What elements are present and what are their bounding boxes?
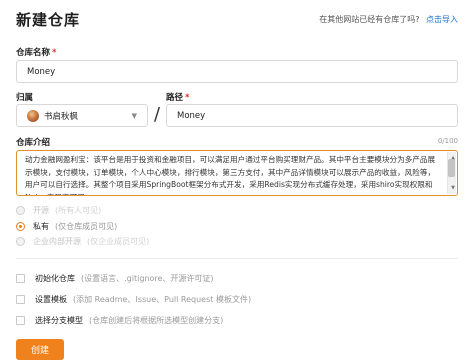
radio-public[interactable] [16, 206, 25, 215]
repo-name-input[interactable]: Money [16, 60, 458, 83]
option-init-repo-label: 初始化仓库 [35, 274, 75, 283]
visibility-public[interactable]: 开源 (所有人可见) [16, 205, 101, 216]
scrollbar-thumb[interactable] [448, 159, 455, 177]
option-template-label: 设置模板 [35, 295, 67, 304]
visibility-public-label: 开源 [33, 206, 49, 215]
checkbox-branch-model[interactable] [16, 316, 25, 325]
create-button[interactable]: 创建 [16, 339, 64, 360]
visibility-private-hint: (仅仓库成员可见) [55, 222, 118, 231]
radio-private[interactable] [16, 222, 25, 231]
required-mark: * [52, 48, 57, 58]
option-branch-model[interactable]: 选择分支模型 (仓库创建后将根据所选模型创建分支) [16, 315, 223, 326]
description-counter: 0/100 [437, 137, 458, 145]
path-input[interactable]: Money [166, 104, 458, 127]
visibility-private-label: 私有 [33, 222, 49, 231]
option-init-repo-hint: (设置语言、.gitignore、开源许可证) [81, 274, 214, 283]
visibility-enterprise-hint: (仅企业成员可见) [87, 237, 150, 246]
chevron-down-icon: ▼ [131, 111, 137, 120]
path-label: 路径 * [166, 91, 189, 103]
import-question: 在其他网站已经有仓库了吗? [319, 15, 420, 24]
checkbox-template[interactable] [16, 295, 25, 304]
description-label: 仓库介绍 [16, 138, 51, 148]
owner-selected: 书启秋枫 [27, 109, 79, 122]
owner-select[interactable]: 书启秋枫 ▼ [16, 104, 148, 127]
import-prompt: 在其他网站已经有仓库了吗? 点击导入 [319, 14, 458, 25]
import-link[interactable]: 点击导入 [426, 15, 458, 24]
option-branch-model-hint: (仓库创建后将根据所选模型创建分支) [89, 316, 224, 325]
option-init-repo[interactable]: 初始化仓库 (设置语言、.gitignore、开源许可证) [16, 273, 214, 284]
visibility-enterprise[interactable]: 企业内部开源 (仅企业成员可见) [16, 236, 149, 247]
avatar [27, 109, 39, 122]
repo-name-value: Money [27, 66, 56, 77]
repo-name-label: 仓库名称 * [16, 46, 56, 58]
visibility-private[interactable]: 私有 (仅仓库成员可见) [16, 221, 117, 232]
path-value: Money [177, 110, 206, 121]
radio-enterprise[interactable] [16, 237, 25, 246]
option-branch-model-label: 选择分支模型 [35, 316, 83, 325]
page-title: 新建仓库 [16, 11, 81, 29]
visibility-enterprise-label: 企业内部开源 [33, 237, 81, 246]
description-textarea[interactable]: 动力金融网盈利宝：该平台是用于投资和金融项目，可以满足用户通过平台购买理财产品。… [16, 150, 458, 196]
option-template[interactable]: 设置模板 (添加 Readme、Issue、Pull Request 模板文件) [16, 294, 251, 305]
scroll-down-icon[interactable]: ▼ [451, 182, 455, 195]
path-separator: / [154, 104, 161, 125]
checkbox-init-repo[interactable] [16, 274, 25, 283]
path-label-text: 路径 [166, 93, 184, 103]
description-text: 动力金融网盈利宝：该平台是用于投资和金融项目，可以满足用户通过平台购买理财产品。… [25, 155, 436, 195]
owner-value: 书启秋枫 [44, 111, 79, 122]
visibility-public-hint: (所有人可见) [55, 206, 102, 215]
divider [16, 258, 458, 259]
required-mark: * [185, 93, 190, 103]
option-template-hint: (添加 Readme、Issue、Pull Request 模板文件) [73, 295, 252, 304]
repo-name-label-text: 仓库名称 [16, 48, 51, 58]
owner-label: 归属 [16, 93, 34, 103]
